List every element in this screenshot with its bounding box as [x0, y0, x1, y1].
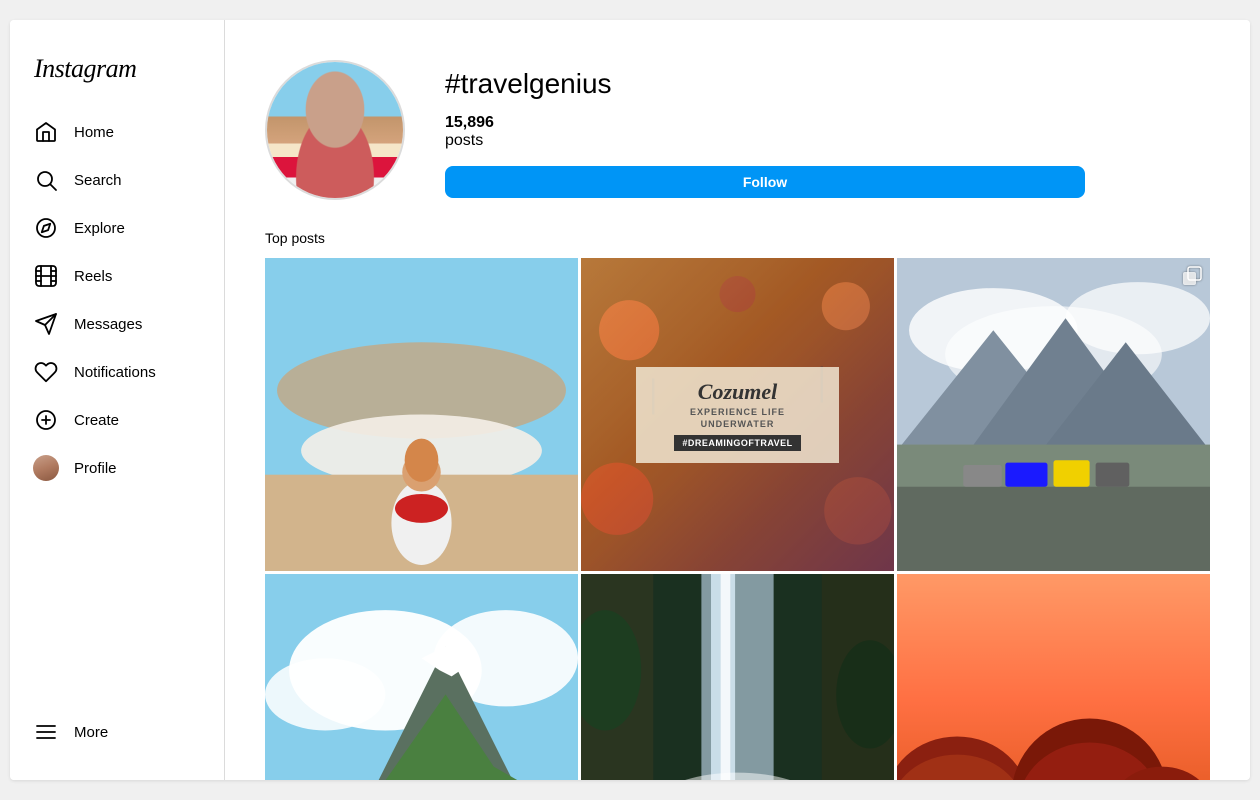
sidebar-item-home[interactable]: Home	[22, 108, 212, 156]
sidebar-item-search-label: Search	[74, 172, 122, 189]
profile-icon	[34, 456, 58, 480]
grid-item-1[interactable]	[265, 258, 578, 571]
grid-section: Top posts	[225, 230, 1250, 780]
cozumel-subtitle2: UNDERWATER	[654, 419, 821, 429]
sidebar-item-explore[interactable]: Explore	[22, 204, 212, 252]
profile-info: #travelgenius 15,896 posts Follow	[445, 60, 1210, 198]
reels-icon	[34, 264, 58, 288]
sidebar-item-reels-label: Reels	[74, 268, 112, 285]
grid-item-6[interactable]	[897, 574, 1210, 780]
instagram-logo[interactable]: Instagram	[22, 36, 212, 108]
cozumel-card: Cozumel EXPERIENCE LIFE UNDERWATER #DREA…	[636, 367, 839, 463]
cozumel-subtitle: EXPERIENCE LIFE	[654, 407, 821, 417]
notifications-icon	[34, 360, 58, 384]
grid-item-3[interactable]	[897, 258, 1210, 571]
sidebar-item-notifications[interactable]: Notifications	[22, 348, 212, 396]
create-icon	[34, 408, 58, 432]
sidebar-item-profile[interactable]: Profile	[22, 444, 212, 492]
sidebar-item-explore-label: Explore	[74, 220, 125, 237]
profile-header: #travelgenius 15,896 posts Follow	[225, 20, 1250, 230]
sidebar-item-create[interactable]: Create	[22, 396, 212, 444]
top-posts-label: Top posts	[265, 230, 1210, 246]
sidebar-item-more-label: More	[74, 724, 108, 741]
messages-icon	[34, 312, 58, 336]
posts-label: posts	[445, 132, 483, 149]
profile-avatar	[265, 60, 405, 200]
sidebar-item-notifications-label: Notifications	[74, 364, 156, 381]
sidebar-item-search[interactable]: Search	[22, 156, 212, 204]
grid-item-5[interactable]	[581, 574, 894, 780]
grid-item-4[interactable]	[265, 574, 578, 780]
grid-item-2[interactable]: Cozumel EXPERIENCE LIFE UNDERWATER #DREA…	[581, 258, 894, 571]
follow-button[interactable]: Follow	[445, 166, 1085, 198]
sidebar-item-reels[interactable]: Reels	[22, 252, 212, 300]
sidebar-item-profile-label: Profile	[74, 460, 117, 477]
home-icon	[34, 120, 58, 144]
profile-stats: 15,896 posts	[445, 114, 1210, 150]
profile-hashtag: #travelgenius	[445, 68, 1210, 100]
explore-icon	[34, 216, 58, 240]
search-icon	[34, 168, 58, 192]
sidebar: Instagram Home Search	[10, 20, 225, 780]
posts-grid: Cozumel EXPERIENCE LIFE UNDERWATER #DREA…	[265, 258, 1210, 780]
sidebar-item-more[interactable]: More	[22, 708, 212, 756]
posts-count: 15,896	[445, 114, 494, 131]
sidebar-item-create-label: Create	[74, 412, 119, 429]
cozumel-overlay: Cozumel EXPERIENCE LIFE UNDERWATER #DREA…	[581, 258, 894, 571]
sidebar-item-messages[interactable]: Messages	[22, 300, 212, 348]
sidebar-item-messages-label: Messages	[74, 316, 142, 333]
sidebar-item-home-label: Home	[74, 124, 114, 141]
cozumel-tag: #DREAMINGOFTRAVEL	[674, 435, 800, 451]
more-icon	[34, 720, 58, 744]
cozumel-title: Cozumel	[654, 379, 821, 405]
main-content: #travelgenius 15,896 posts Follow Top po…	[225, 20, 1250, 780]
multi-post-icon	[1182, 266, 1202, 286]
